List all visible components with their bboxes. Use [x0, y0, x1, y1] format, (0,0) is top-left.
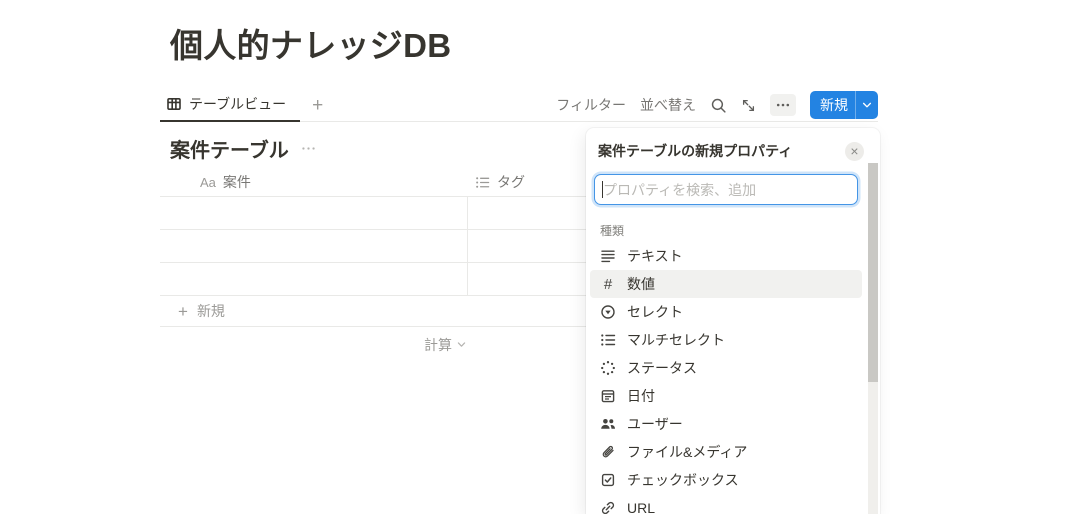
column-header-tag[interactable]: タグ	[467, 172, 525, 192]
column-divider	[467, 197, 468, 296]
text-icon	[601, 250, 615, 263]
column-header-title[interactable]: Aa 案件	[160, 172, 467, 192]
more-options-button[interactable]	[770, 94, 796, 116]
select-icon	[601, 305, 615, 319]
property-type-label: 数値	[627, 276, 655, 292]
database-options-icon[interactable]	[301, 141, 316, 156]
property-search-input[interactable]	[594, 174, 858, 205]
title-property-icon: Aa	[200, 174, 216, 190]
panel-title: 案件テーブルの新規プロパティ	[598, 143, 793, 159]
column-label: 案件	[222, 174, 251, 190]
property-type-label: セレクト	[627, 304, 683, 320]
property-type-label: ファイル&メディア	[627, 444, 748, 460]
calculate-label: 計算	[424, 336, 452, 353]
status-icon	[601, 361, 615, 375]
text-caret	[602, 181, 603, 198]
database-table: Aa 案件 タグ + 新規 計算	[160, 168, 588, 357]
multi-select-icon	[601, 334, 616, 346]
plus-icon: +	[178, 301, 188, 321]
database-title-row: 案件テーブル	[170, 134, 316, 163]
property-type-url[interactable]: URL	[590, 494, 862, 514]
user-icon	[601, 419, 615, 429]
list-icon	[475, 175, 490, 190]
property-type-person[interactable]: ユーザー	[590, 410, 862, 438]
search-icon[interactable]	[710, 97, 727, 114]
property-type-list: テキスト # 数値 セレクト マルチセレクト ステータス 日付 ユーザー ファイ…	[586, 242, 880, 514]
property-type-label: ステータス	[627, 360, 697, 376]
date-icon	[601, 390, 615, 403]
link-icon	[601, 501, 615, 514]
type-section-label: 種類	[600, 224, 625, 238]
property-type-label: テキスト	[627, 248, 683, 264]
property-type-label: 日付	[627, 388, 655, 404]
property-type-label: ユーザー	[627, 416, 683, 432]
table-header-row: Aa 案件 タグ	[160, 168, 588, 197]
property-type-multiselect[interactable]: マルチセレクト	[590, 326, 862, 354]
property-type-select[interactable]: セレクト	[590, 298, 862, 326]
add-row-button[interactable]: + 新規	[160, 296, 588, 327]
view-tabbar: テーブルビュー + フィルター 並べ替え 新規	[160, 89, 878, 122]
ellipsis-icon	[776, 103, 790, 107]
property-type-files[interactable]: ファイル&メディア	[590, 438, 862, 466]
property-type-label: URL	[627, 500, 656, 514]
panel-scrollbar-track[interactable]	[868, 163, 878, 514]
chevron-down-icon	[457, 342, 466, 347]
tab-label: テーブルビュー	[189, 96, 287, 112]
page-title: 個人的ナレッジDB	[170, 27, 452, 64]
property-type-date[interactable]: 日付	[590, 382, 862, 410]
new-property-panel: 案件テーブルの新規プロパティ × 種類 テキスト # 数値	[586, 128, 880, 514]
property-type-label: チェックボックス	[627, 472, 739, 488]
checkbox-icon	[601, 473, 615, 487]
new-record-label: 新規	[820, 97, 848, 113]
property-type-number[interactable]: # 数値	[590, 270, 862, 298]
add-row-label: 新規	[196, 303, 225, 319]
panel-scrollbar-thumb[interactable]	[868, 163, 878, 382]
property-type-status[interactable]: ステータス	[590, 354, 862, 382]
filter-button[interactable]: フィルター	[556, 95, 626, 115]
tab-table-view[interactable]: テーブルビュー	[160, 89, 301, 122]
db-toolbar: フィルター 並べ替え 新規	[556, 91, 878, 119]
calculate-button[interactable]: 計算	[160, 327, 467, 357]
table-view-icon	[166, 96, 182, 112]
panel-header: 案件テーブルの新規プロパティ ×	[586, 128, 880, 168]
database-title[interactable]: 案件テーブル	[170, 134, 289, 163]
table-row[interactable]	[160, 230, 588, 263]
property-type-checkbox[interactable]: チェックボックス	[590, 466, 862, 494]
column-label: タグ	[497, 174, 525, 190]
paperclip-icon	[602, 445, 614, 458]
add-view-button[interactable]: +	[312, 96, 323, 115]
sort-button[interactable]: 並べ替え	[640, 95, 696, 115]
new-record-dropdown[interactable]	[855, 91, 878, 119]
notion-page: 個人的ナレッジDB テーブルビュー + フィルター 並べ替え 新規 案件テーブル…	[0, 0, 1072, 514]
property-type-label: マルチセレクト	[627, 332, 725, 348]
expand-icon[interactable]	[741, 98, 756, 113]
table-row[interactable]	[160, 197, 588, 230]
property-search	[594, 174, 858, 205]
table-row[interactable]	[160, 263, 588, 296]
chevron-down-icon	[862, 102, 872, 108]
property-type-text[interactable]: テキスト	[590, 242, 862, 270]
new-record-button[interactable]: 新規	[810, 91, 878, 119]
number-icon: #	[603, 275, 613, 293]
close-icon[interactable]: ×	[845, 141, 864, 161]
